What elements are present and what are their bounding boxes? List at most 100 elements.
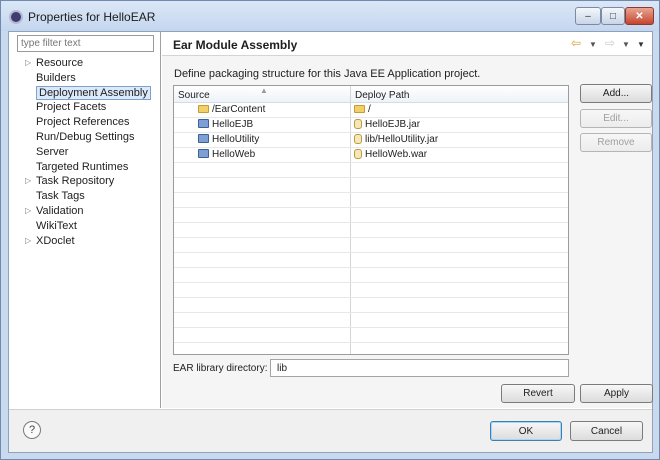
revert-button[interactable]: Revert <box>501 384 575 403</box>
sidebar-item-resource[interactable]: ▷ Resource <box>17 56 157 71</box>
table-row[interactable] <box>174 343 568 354</box>
project-icon <box>198 149 209 158</box>
page-header: Ear Module Assembly ⇦ ▼ ⇨ ▼ ▼ <box>162 32 652 56</box>
expand-arrow-icon[interactable]: ▷ <box>25 174 31 189</box>
project-icon <box>198 119 209 128</box>
property-tree: ▷ Resource Builders Deployment Assembly Proj… <box>17 56 157 248</box>
jar-icon <box>354 119 362 129</box>
sidebar: ▷ResourceBuildersDeployment AssemblyProj… <box>9 32 161 408</box>
sidebar-item-deployment-assembly[interactable]: Deployment Assembly <box>17 85 157 101</box>
properties-dialog: Properties for HelloEAR – □ ✕ ▷ Resource B… <box>0 0 660 460</box>
sidebar-item-label: Run/Debug Settings <box>36 130 135 143</box>
expand-arrow-icon[interactable]: ▷ <box>25 234 31 249</box>
table-row[interactable] <box>174 238 568 253</box>
sidebar-item-task-tags[interactable]: Task Tags <box>17 189 157 204</box>
source-text: HelloUtility <box>212 134 260 145</box>
source-cell: HelloUtility <box>198 134 259 145</box>
table-row[interactable]: /EarContent / <box>174 103 568 118</box>
back-arrow-icon[interactable]: ⇦ <box>571 36 581 50</box>
assembly-table[interactable]: Source ▲ Deploy Path /EarContent / HelloEJ… <box>173 85 569 355</box>
table-row[interactable] <box>174 268 568 283</box>
table-row[interactable]: HelloUtility lib/HelloUtility.jar <box>174 133 568 148</box>
filter-input[interactable] <box>17 35 154 52</box>
table-row[interactable] <box>174 253 568 268</box>
sidebar-item-label: Project References <box>36 116 130 129</box>
deploy-path-text: HelloEJB.jar <box>365 119 421 130</box>
property-page: Ear Module Assembly ⇦ ▼ ⇨ ▼ ▼ Define pac… <box>162 32 653 408</box>
cancel-button[interactable]: Cancel <box>570 421 643 441</box>
source-cell: HelloEJB <box>198 119 253 130</box>
table-row[interactable]: HelloWeb HelloWeb.war <box>174 148 568 163</box>
deploy-path-column-header[interactable]: Deploy Path <box>355 90 409 101</box>
source-column-header[interactable]: Source <box>178 90 210 101</box>
table-row[interactable] <box>174 178 568 193</box>
sidebar-item-builders[interactable]: Builders <box>17 71 157 86</box>
deploy-path-cell: HelloEJB.jar <box>354 119 420 130</box>
minimize-button[interactable]: – <box>575 7 601 25</box>
sidebar-item-targeted-runtimes[interactable]: Targeted Runtimes <box>17 160 157 175</box>
project-icon <box>198 134 209 143</box>
jar-icon <box>354 149 362 159</box>
table-row[interactable] <box>174 313 568 328</box>
close-button[interactable]: ✕ <box>625 7 654 25</box>
sidebar-item-project-references[interactable]: Project References <box>17 115 157 130</box>
table-row[interactable] <box>174 223 568 238</box>
source-cell: HelloWeb <box>198 149 255 160</box>
expand-arrow-icon[interactable]: ▷ <box>25 204 31 219</box>
sort-up-icon: ▲ <box>260 86 268 95</box>
add-button[interactable]: Add... <box>580 84 652 103</box>
sidebar-item-label: Task Repository <box>36 175 115 188</box>
library-directory-input[interactable]: lib <box>270 359 569 377</box>
title-bar[interactable]: Properties for HelloEAR – □ ✕ <box>1 1 659 31</box>
deploy-path-text: / <box>368 104 371 115</box>
table-header: Source ▲ Deploy Path <box>174 86 568 103</box>
sidebar-item-label: WikiText <box>36 219 77 232</box>
sidebar-item-label: Task Tags <box>36 190 85 203</box>
sidebar-item-label: Project Facets <box>36 101 107 114</box>
sidebar-item-label: Builders <box>36 71 76 84</box>
page-description: Define packaging structure for this Java… <box>174 68 481 80</box>
remove-button[interactable]: Remove <box>580 133 652 152</box>
sidebar-item-xdoclet[interactable]: ▷ XDoclet <box>17 234 157 249</box>
table-row[interactable]: HelloEJB HelloEJB.jar <box>174 118 568 133</box>
forward-menu-icon[interactable]: ▼ <box>622 40 630 49</box>
table-row[interactable] <box>174 193 568 208</box>
forward-arrow-icon[interactable]: ⇨ <box>605 36 615 50</box>
deploy-path-cell: lib/HelloUtility.jar <box>354 134 438 145</box>
jar-icon <box>354 134 362 144</box>
source-text: /EarContent <box>212 104 266 115</box>
eclipse-icon <box>9 10 23 24</box>
apply-button[interactable]: Apply <box>580 384 653 403</box>
help-icon[interactable]: ? <box>23 421 41 439</box>
deploy-path-cell: HelloWeb.war <box>354 149 427 160</box>
expand-arrow-icon[interactable]: ▷ <box>25 56 31 71</box>
sidebar-item-project-facets[interactable]: Project Facets <box>17 100 157 115</box>
folder-icon <box>354 105 365 113</box>
table-row[interactable] <box>174 283 568 298</box>
source-text: HelloWeb <box>212 149 256 160</box>
table-row[interactable] <box>174 163 568 178</box>
window-title: Properties for HelloEAR <box>28 10 156 24</box>
sidebar-item-label: Targeted Runtimes <box>36 160 129 173</box>
deploy-path-text: HelloWeb.war <box>365 149 428 160</box>
table-row[interactable] <box>174 298 568 313</box>
source-cell: /EarContent <box>198 104 265 115</box>
folder-icon <box>198 105 209 113</box>
deploy-path-text: lib/HelloUtility.jar <box>365 134 439 145</box>
maximize-button[interactable]: □ <box>601 7 625 25</box>
edit-button[interactable]: Edit... <box>580 109 652 128</box>
sidebar-item-wikitext[interactable]: WikiText <box>17 219 157 234</box>
sidebar-item-run-debug-settings[interactable]: Run/Debug Settings <box>17 130 157 145</box>
sidebar-item-validation[interactable]: ▷ Validation <box>17 204 157 219</box>
sidebar-item-label: Validation <box>36 204 84 217</box>
sidebar-item-server[interactable]: Server <box>17 145 157 160</box>
ok-button[interactable]: OK <box>490 421 562 441</box>
table-row[interactable] <box>174 208 568 223</box>
view-menu-icon[interactable]: ▼ <box>637 40 645 49</box>
page-title: Ear Module Assembly <box>173 38 298 52</box>
back-menu-icon[interactable]: ▼ <box>589 40 597 49</box>
source-text: HelloEJB <box>212 119 254 130</box>
sidebar-item-task-repository[interactable]: ▷ Task Repository <box>17 174 157 189</box>
library-directory-label: EAR library directory: <box>173 363 268 374</box>
table-row[interactable] <box>174 328 568 343</box>
